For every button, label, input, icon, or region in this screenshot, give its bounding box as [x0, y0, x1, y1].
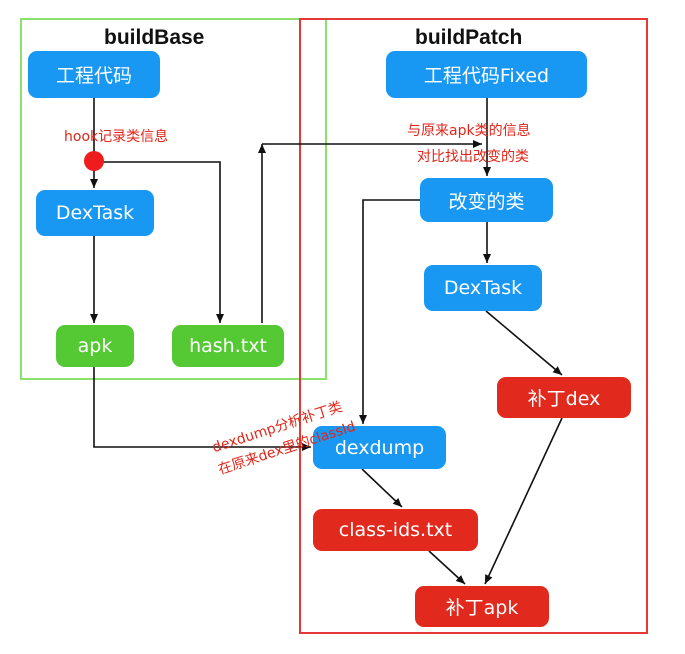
edge-dexdump-to-classids — [361, 468, 403, 508]
patch-dextask-node: DexTask — [424, 265, 542, 311]
patch-dex-node: 补丁dex — [497, 377, 631, 418]
base-apk-node: apk — [56, 325, 134, 367]
edge-hook-to-hash — [94, 161, 224, 323]
compare-annotation-line2: 对比找出改变的类 — [417, 149, 529, 165]
hook-annotation: hook记录类信息 — [64, 129, 169, 145]
compare-annotation-line1: 与原来apk类的信息 — [407, 123, 531, 139]
base-dextask-node: DexTask — [36, 190, 154, 236]
changed-classes-node: 改变的类 — [420, 178, 553, 222]
class-ids-node: class-ids.txt — [313, 509, 478, 551]
edge-dextask-to-patchdex — [485, 310, 563, 376]
edge-classids-to-patchapk — [428, 550, 466, 585]
base-hash-node: hash.txt — [172, 325, 284, 367]
patch-source-node: 工程代码Fixed — [386, 51, 587, 98]
edge-patchdex-to-patchapk — [484, 417, 563, 585]
edge-changed-to-dexdump — [359, 199, 420, 424]
hook-point-dot — [84, 151, 104, 171]
base-source-node: 工程代码 — [28, 51, 160, 98]
patch-apk-node: 补丁apk — [415, 586, 549, 627]
